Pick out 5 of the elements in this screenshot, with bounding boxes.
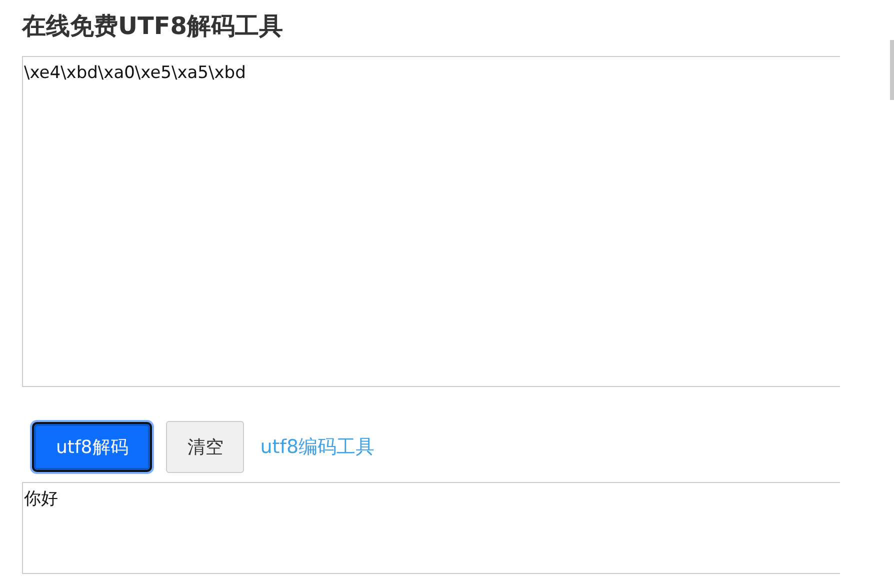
clear-button[interactable]: 清空	[166, 421, 244, 473]
input-field[interactable]: \xe4\xbd\xa0\xe5\xa5\xbd	[22, 56, 840, 387]
page-title: 在线免费UTF8解码工具	[22, 11, 284, 42]
output-field[interactable]: 你好	[22, 482, 840, 574]
scrollbar-thumb[interactable]	[890, 40, 894, 100]
